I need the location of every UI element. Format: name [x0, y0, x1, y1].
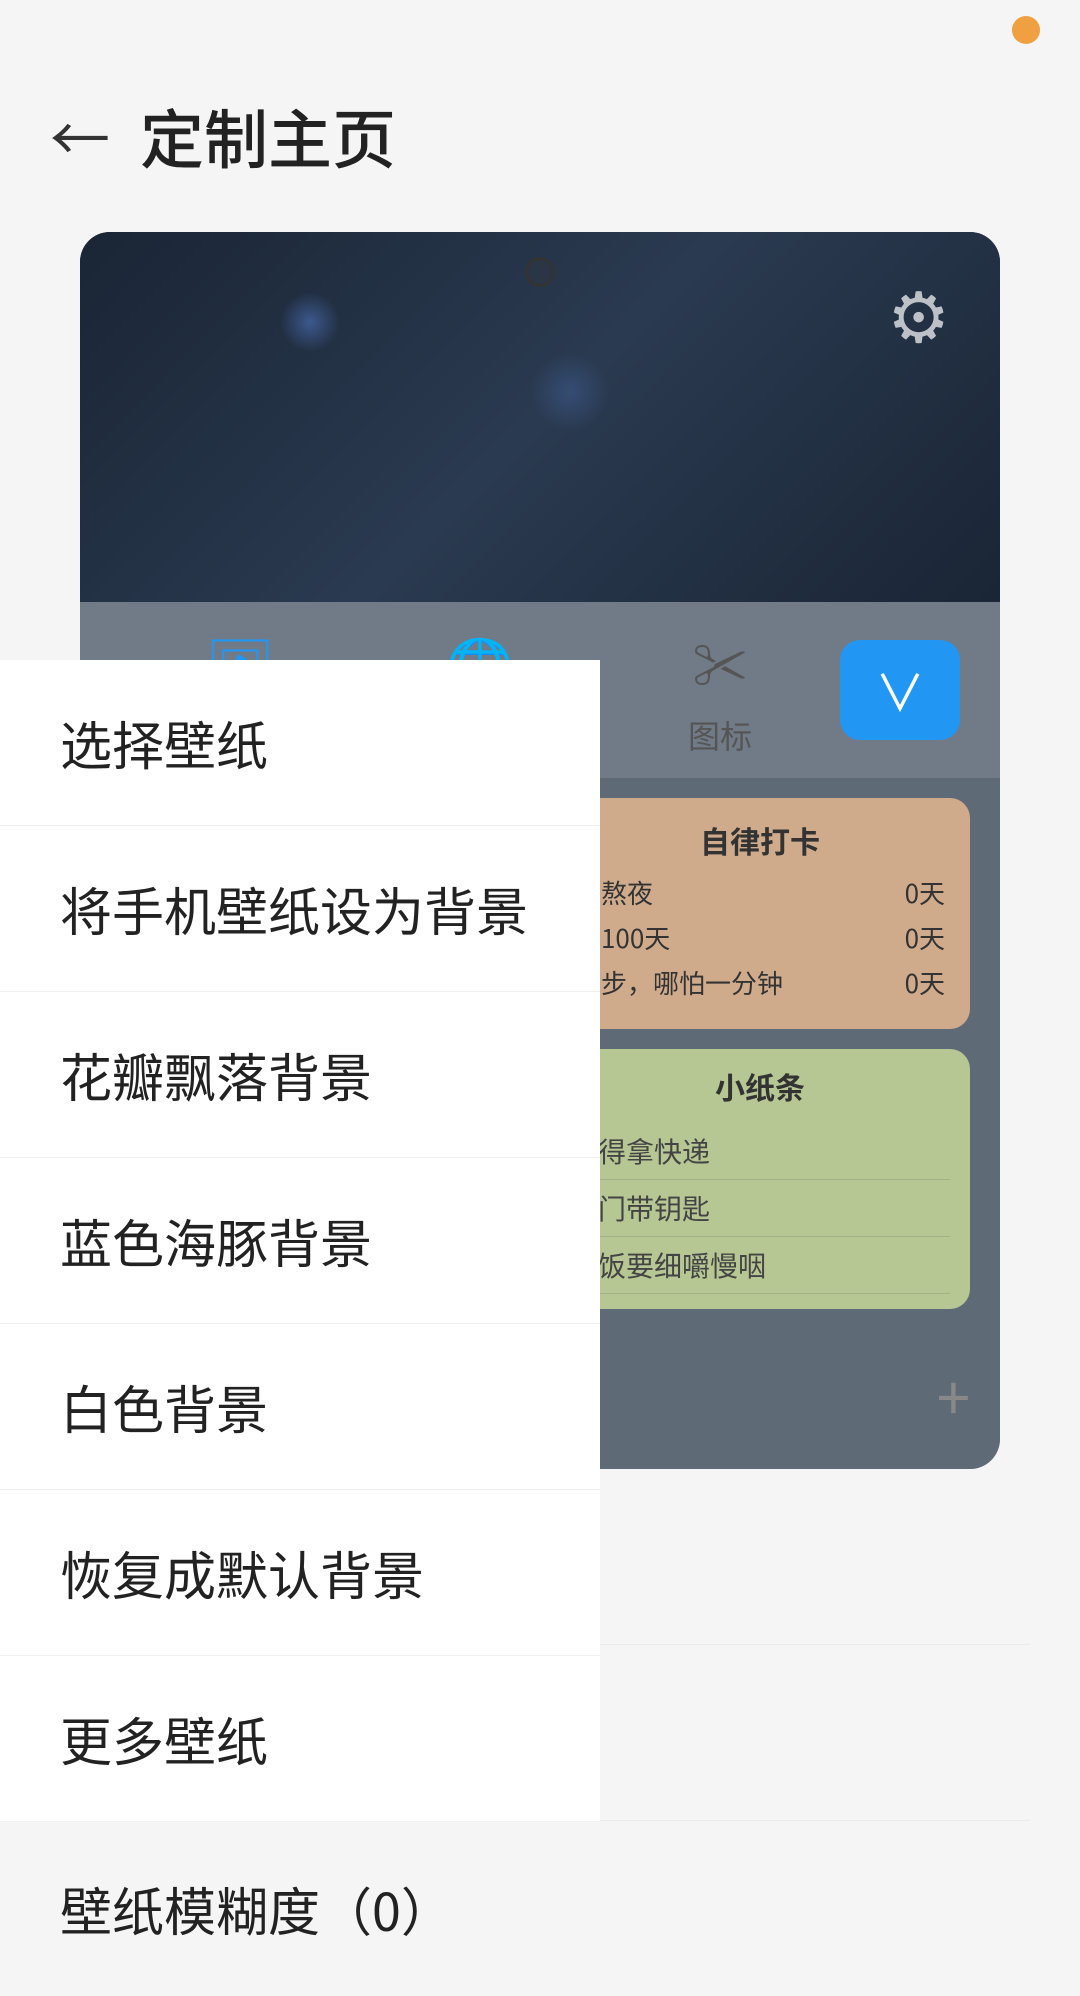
preview-background: ⚙	[80, 232, 1000, 602]
menu-item-petal[interactable]: 花瓣飘落背景	[0, 992, 600, 1158]
back-button[interactable]: ←	[50, 106, 110, 166]
note-title: 小纸条	[570, 1064, 950, 1108]
menu-overlay: 选择壁纸 将手机壁纸设为背景 花瓣飘落背景 蓝色海豚背景 白色背景 恢复成默认背…	[0, 660, 600, 1822]
orange-label-3: 跑步，哪怕一分钟	[575, 964, 783, 1001]
status-bar	[0, 0, 1080, 60]
tab-icons[interactable]: ✂ 图标	[600, 622, 840, 758]
menu-item-dolphin[interactable]: 蓝色海豚背景	[0, 1158, 600, 1324]
menu-item-phone-wallpaper[interactable]: 将手机壁纸设为背景	[0, 826, 600, 992]
orange-widget-title: 自律打卡	[575, 818, 945, 862]
orange-value-3: 0天	[905, 964, 945, 1001]
orange-value-2: 0天	[905, 919, 945, 956]
note-item-3: 吃饭要细嚼慢咽	[570, 1237, 950, 1294]
page-title: 定制主页	[140, 90, 396, 182]
orange-row-2: 戒100天 0天	[575, 919, 945, 956]
icons-tab-icon: ✂	[692, 622, 747, 702]
orange-row-3: 跑步，哪怕一分钟 0天	[575, 964, 945, 1001]
menu-item-more-wallpaper[interactable]: 更多壁纸	[0, 1656, 600, 1822]
orange-row-1: 不熬夜 0天	[575, 874, 945, 911]
expand-button[interactable]: ∨	[840, 640, 960, 740]
settings-item-blur[interactable]: 壁纸模糊度（0）	[50, 1821, 1030, 1996]
dock-add-button[interactable]: +	[937, 1351, 970, 1438]
settings-icon[interactable]: ⚙	[887, 262, 950, 363]
page-header: ← 定制主页	[0, 60, 1080, 212]
note-item-1: 记得拿快递	[570, 1123, 950, 1180]
menu-item-white[interactable]: 白色背景	[0, 1324, 600, 1490]
note-widget: 小纸条 记得拿快递 出门带钥匙 吃饭要细嚼慢咽	[550, 1049, 970, 1309]
camera-indicator	[525, 257, 555, 287]
status-indicator	[1012, 16, 1040, 44]
menu-item-restore-default[interactable]: 恢复成默认背景	[0, 1490, 600, 1656]
habit-widget-orange: 自律打卡 不熬夜 0天 戒100天 0天 跑步，哪怕一分钟 0天	[550, 798, 970, 1029]
menu-item-select-wallpaper[interactable]: 选择壁纸	[0, 660, 600, 826]
icons-tab-label: 图标	[688, 712, 752, 758]
orange-value-1: 0天	[905, 874, 945, 911]
note-item-2: 出门带钥匙	[570, 1180, 950, 1237]
